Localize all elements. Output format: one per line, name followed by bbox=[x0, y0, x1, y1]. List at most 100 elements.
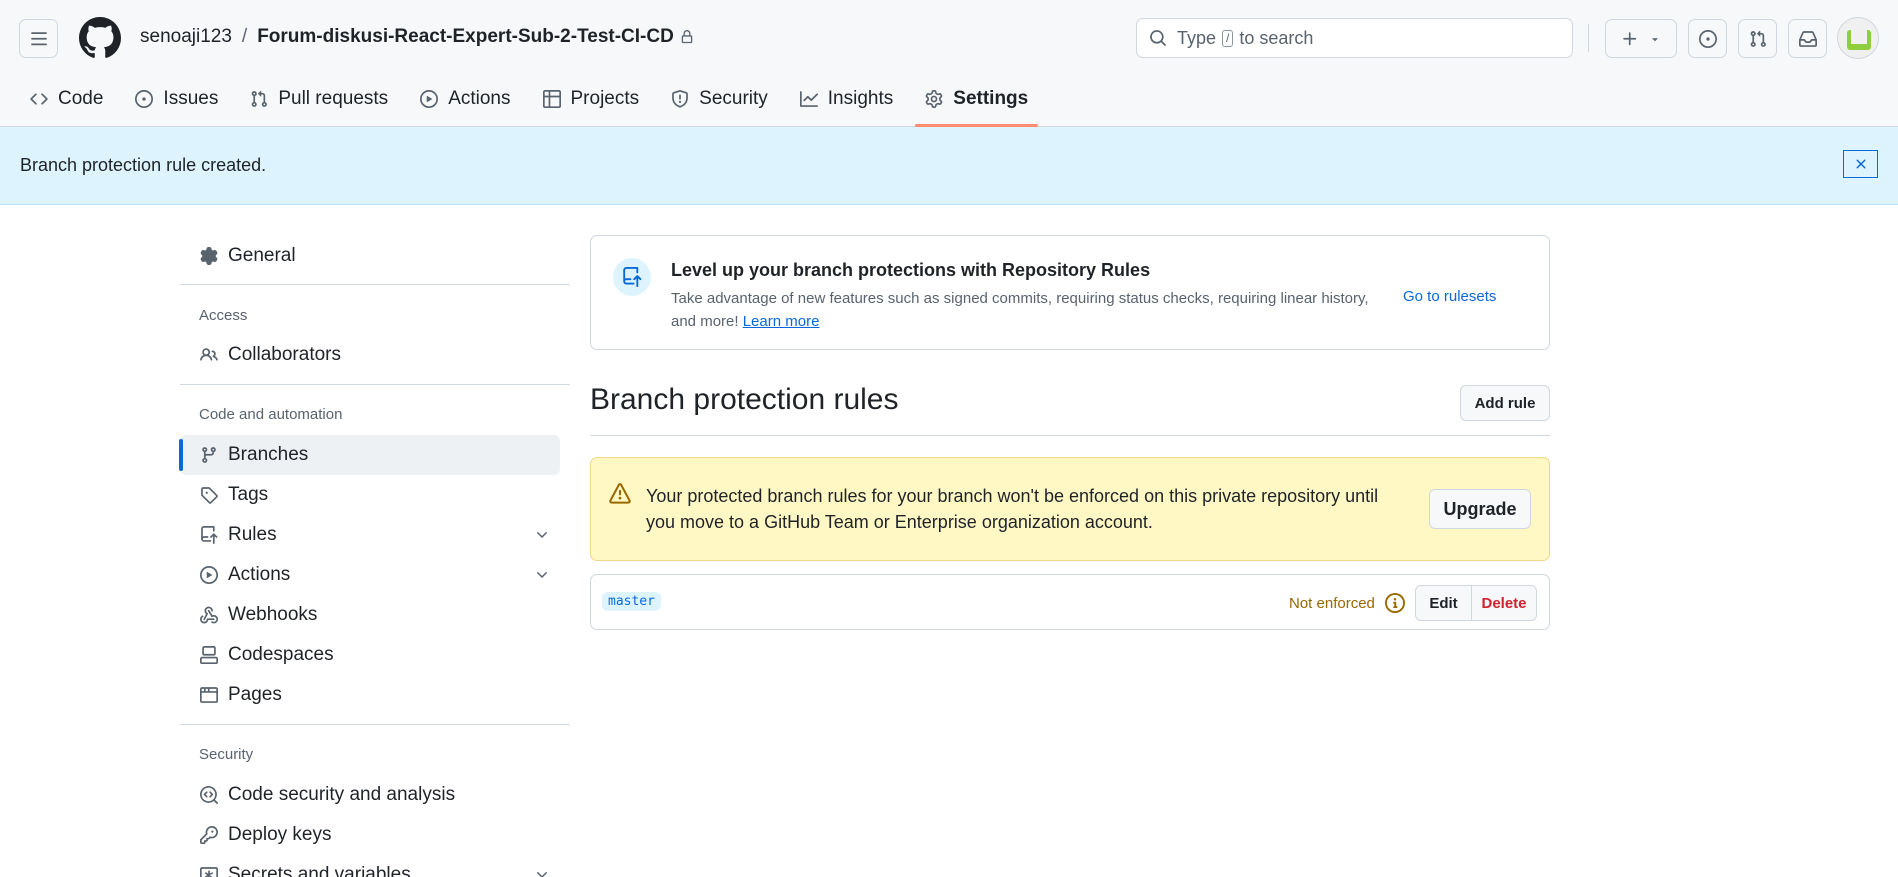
tab-insights[interactable]: Insights bbox=[790, 80, 903, 118]
branch-icon bbox=[202, 447, 216, 463]
browser-icon bbox=[200, 687, 218, 703]
delete-rule-button[interactable]: Delete bbox=[1472, 586, 1536, 620]
sidebar-item-general[interactable]: General bbox=[180, 236, 560, 276]
sidebar-item-label: Collaborators bbox=[228, 344, 341, 365]
tab-label: Issues bbox=[163, 88, 219, 109]
table-icon bbox=[542, 90, 561, 108]
add-rule-button[interactable]: Add rule bbox=[1460, 385, 1550, 421]
learn-more-link[interactable]: Learn more bbox=[743, 313, 820, 330]
sidebar-item-label: Code security and analysis bbox=[228, 784, 456, 805]
tab-issues[interactable]: Issues bbox=[125, 80, 228, 118]
search-input[interactable]: Type / to search bbox=[1136, 18, 1573, 58]
repo-push-icon bbox=[201, 526, 218, 544]
repo-nav: Code Issues Pull requests Actions Projec… bbox=[20, 80, 1050, 127]
tab-label: Insights bbox=[827, 88, 894, 109]
close-icon bbox=[1856, 159, 1866, 169]
sidebar-heading-access: Access bbox=[199, 307, 248, 324]
tab-label: Security bbox=[699, 88, 768, 109]
sidebar-divider bbox=[180, 384, 570, 385]
issues-button[interactable] bbox=[1688, 19, 1727, 58]
rulesets-promo-banner: Level up your branch protections with Re… bbox=[590, 235, 1550, 350]
create-new-button[interactable] bbox=[1605, 19, 1677, 58]
flash-close-button[interactable] bbox=[1843, 150, 1878, 178]
issue-opened-icon bbox=[1698, 29, 1717, 48]
sidebar-item-collaborators[interactable]: Collaborators bbox=[180, 335, 560, 375]
sidebar-heading-security: Security bbox=[199, 746, 254, 763]
menu-button[interactable] bbox=[19, 19, 58, 58]
sidebar-heading-code-automation: Code and automation bbox=[199, 406, 343, 423]
sidebar-item-branches[interactable]: Branches bbox=[180, 435, 560, 475]
shield-icon bbox=[672, 90, 689, 108]
issue-opened-icon bbox=[135, 90, 154, 108]
plus-icon bbox=[1623, 31, 1637, 45]
sidebar-active-indicator bbox=[179, 439, 183, 471]
search-placeholder-prefix: Type bbox=[1177, 27, 1217, 48]
play-icon bbox=[420, 90, 439, 108]
pull-requests-button[interactable] bbox=[1738, 19, 1777, 58]
sidebar-item-label: Actions bbox=[228, 564, 291, 585]
sidebar-item-secrets[interactable]: Secrets and variables bbox=[180, 855, 560, 877]
webhook-icon bbox=[200, 606, 218, 624]
warning-text: Your protected branch rules for your bra… bbox=[646, 486, 1379, 532]
tab-settings[interactable]: Settings bbox=[915, 80, 1039, 127]
tab-actions[interactable]: Actions bbox=[410, 80, 520, 118]
sidebar-item-label: Branches bbox=[228, 444, 309, 465]
go-to-rulesets-link[interactable]: Go to rulesets bbox=[1403, 288, 1496, 305]
tab-projects[interactable]: Projects bbox=[533, 80, 650, 118]
sidebar-item-actions[interactable]: Actions bbox=[180, 555, 560, 595]
graph-icon bbox=[799, 91, 818, 107]
flash-banner: Branch protection rule created. bbox=[0, 127, 1898, 205]
people-icon bbox=[200, 348, 218, 361]
github-logo-icon[interactable] bbox=[79, 17, 121, 59]
owner-link[interactable]: senoaji123 bbox=[140, 26, 232, 48]
sidebar-item-webhooks[interactable]: Webhooks bbox=[180, 595, 560, 635]
rule-actions: Edit Delete bbox=[1415, 585, 1537, 621]
sidebar-item-codespaces[interactable]: Codespaces bbox=[180, 635, 560, 675]
info-icon[interactable] bbox=[1384, 593, 1405, 613]
repo-link[interactable]: Forum-diskusi-React-Expert-Sub-2-Test-CI… bbox=[257, 26, 674, 48]
codespaces-icon bbox=[200, 646, 218, 664]
rule-status-label: Not enforced bbox=[1289, 594, 1375, 612]
sidebar-item-deploy-keys[interactable]: Deploy keys bbox=[180, 815, 560, 855]
sidebar-item-label: Pages bbox=[228, 684, 282, 705]
title-divider bbox=[590, 435, 1550, 436]
avatar[interactable] bbox=[1837, 17, 1879, 59]
code-icon bbox=[30, 93, 48, 105]
tab-label: Actions bbox=[448, 88, 511, 109]
sidebar-item-pages[interactable]: Pages bbox=[180, 675, 560, 715]
tag-icon bbox=[201, 487, 218, 504]
inbox-button[interactable] bbox=[1788, 19, 1827, 58]
sidebar-item-tags[interactable]: Tags bbox=[180, 475, 560, 515]
chevron-down-icon bbox=[537, 532, 547, 538]
promo-title: Level up your branch protections with Re… bbox=[671, 260, 1151, 280]
sidebar-item-label: Tags bbox=[228, 484, 269, 505]
key-icon bbox=[200, 826, 218, 844]
lock-icon bbox=[681, 30, 693, 44]
search-shortcut-key: / bbox=[1222, 29, 1234, 47]
pull-request-icon bbox=[252, 90, 268, 107]
sidebar-divider bbox=[180, 724, 570, 725]
chevron-down-icon bbox=[537, 872, 547, 877]
sidebar-item-code-security[interactable]: Code security and analysis bbox=[180, 775, 560, 815]
upgrade-button[interactable]: Upgrade bbox=[1429, 489, 1531, 529]
sidebar-item-label: Rules bbox=[228, 524, 277, 545]
tab-pull-requests[interactable]: Pull requests bbox=[240, 80, 398, 118]
sidebar-item-label: General bbox=[228, 245, 296, 266]
sidebar-item-label: Deploy keys bbox=[228, 824, 332, 845]
promo-description: Take advantage of new features such as s… bbox=[671, 287, 1391, 333]
repo-push-icon bbox=[613, 258, 651, 296]
tab-code[interactable]: Code bbox=[20, 80, 113, 118]
header-divider bbox=[1588, 24, 1589, 52]
play-icon bbox=[200, 566, 218, 584]
hamburger-icon bbox=[30, 31, 47, 45]
tab-label: Projects bbox=[570, 88, 640, 109]
tab-security[interactable]: Security bbox=[661, 80, 778, 118]
tab-label: Settings bbox=[953, 88, 1029, 109]
rule-status: Not enforced bbox=[1289, 593, 1405, 613]
tab-label: Code bbox=[58, 88, 104, 109]
sidebar-item-rules[interactable]: Rules bbox=[180, 515, 560, 555]
asterisk-icon bbox=[200, 867, 218, 877]
edit-rule-button[interactable]: Edit bbox=[1416, 586, 1472, 620]
chevron-down-icon bbox=[537, 572, 547, 578]
sidebar-divider bbox=[180, 284, 570, 285]
